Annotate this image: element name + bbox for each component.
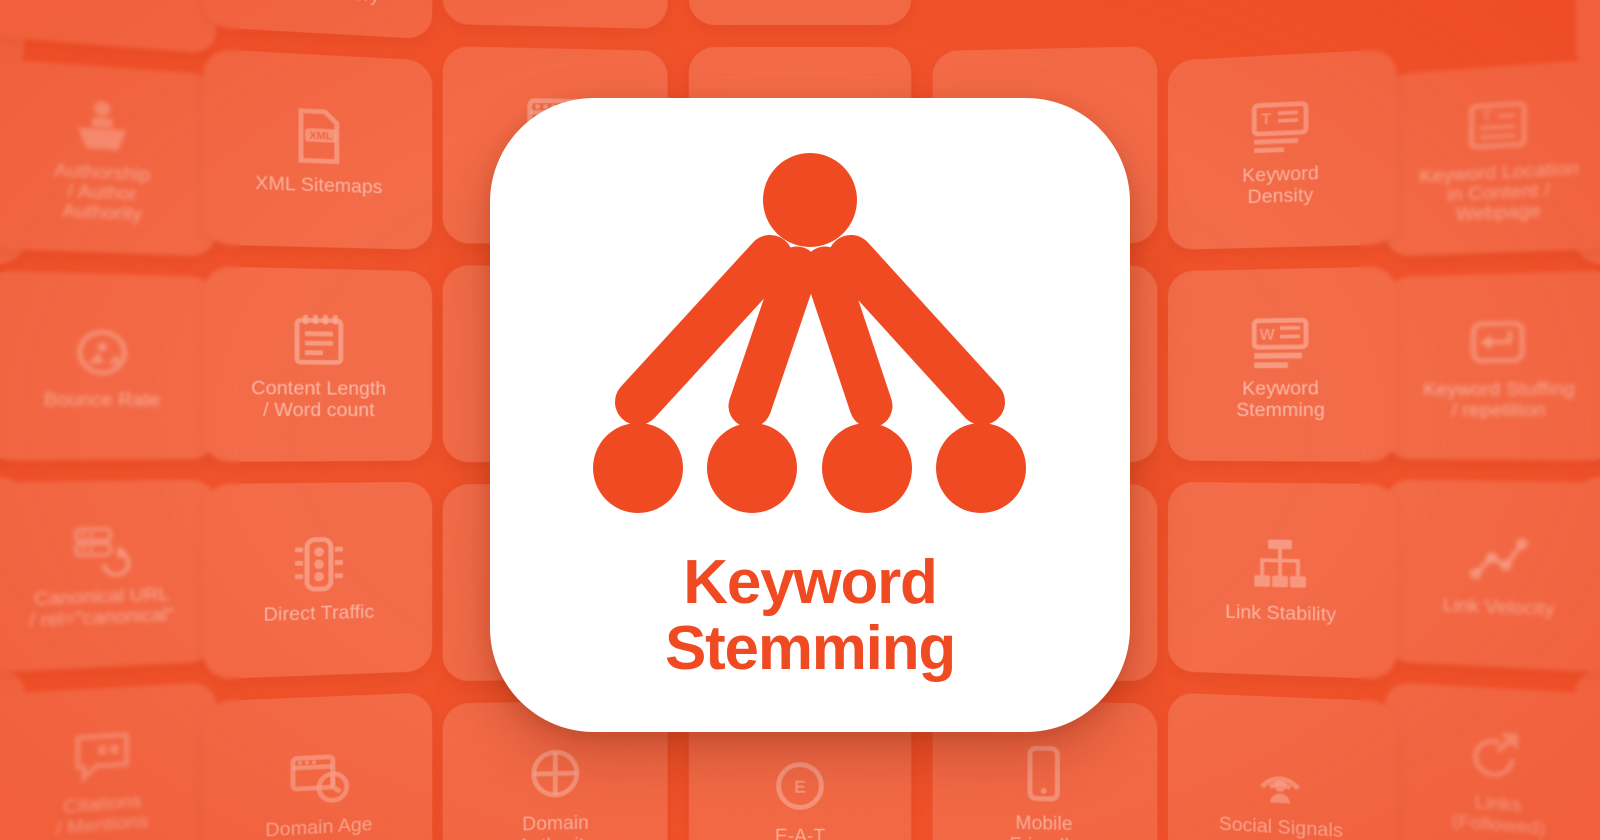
svg-text:XML: XML [310, 130, 334, 143]
seo-factor-tile-label: Subdomain + Subfolder / Subdirectory [258, 0, 380, 7]
line-chart-icon [1466, 529, 1531, 590]
link-follow-arrow-icon [1466, 725, 1531, 788]
social-broadcast-icon [1249, 746, 1313, 810]
seo-factor-tile: Subdomain + Subfolder / Subdirectory [203, 0, 432, 39]
seo-factor-tile: Meta Keywords [1576, 72, 1600, 265]
seo-factor-tile: Social Signals [1168, 692, 1397, 840]
enter-key-icon [1466, 312, 1531, 372]
text-block-icon: T [1249, 94, 1313, 158]
seo-factor-tile: Content Length / Word count [203, 266, 432, 462]
seo-factor-tile-label: Canonical URL / rel="canonical" [29, 585, 173, 631]
svg-text:T: T [1482, 108, 1493, 125]
seo-factor-tile: Anchor Text [0, 0, 24, 72]
keyword-stemming-hierarchy-icon [575, 140, 1045, 560]
seo-factor-tile: Manual Action [1576, 0, 1600, 72]
seo-factor-tile-label: 301 Redirecting URLs to another domain [1209, 0, 1353, 7]
seo-factor-tile-label: Links (Followed) [1451, 791, 1545, 839]
seo-factor-tile: Breadcrumb Navigation [0, 477, 24, 664]
svg-text:T: T [1262, 111, 1272, 128]
svg-text:E: E [794, 777, 806, 797]
seo-factor-tile: Link Velocity [1384, 479, 1600, 673]
mobile-icon [1013, 742, 1076, 805]
seo-factor-tile: Anchor Text [0, 72, 24, 265]
seo-factor-tile-label: Content Length / Word count [252, 379, 387, 421]
seo-factor-tile: T Keyword Density [1168, 49, 1397, 250]
seo-factor-tile-label: Social Signals [1219, 814, 1343, 840]
seo-factor-tile: W Keyword Stemming [1168, 266, 1397, 462]
seo-factor-tile: wwwwww vs. non-www [933, 0, 1158, 29]
seo-factor-tile: Direct Traffic [203, 482, 432, 680]
seo-factor-tile: Bounce Rate [0, 270, 216, 461]
seo-factor-tile-label: Link Velocity [1443, 596, 1555, 621]
seo-factor-tile: Mum [1384, 0, 1600, 54]
authority-icon [524, 742, 587, 805]
quote-bubble-icon [70, 725, 135, 788]
seo-factor-tile-label: Domain Authority [517, 813, 594, 840]
svg-text:W: W [1260, 327, 1276, 344]
seo-factor-tile-label: Authorship / Author Authority [54, 160, 150, 225]
seo-factor-tile-label: Bounce Rate [44, 390, 160, 411]
seo-factor-tile: Links (Nofollowed) [1576, 669, 1600, 840]
seo-factor-tile: Authorship / Author Authority [0, 58, 216, 257]
seo-factor-tile-label: Direct Traffic [264, 602, 375, 626]
text-frame-icon: T [1466, 93, 1531, 156]
seo-factor-tile: NAPNAP Name/Address /Phone [1576, 276, 1600, 460]
seo-factor-tile-label: Citations / Mentions [56, 791, 149, 839]
seo-factor-tile: Link Stability [1168, 482, 1397, 680]
seo-factor-tile: AMP [0, 0, 216, 54]
seo-factor-tile-label: Keyword Stuffing / repetition [1423, 380, 1574, 421]
seo-factor-tile-label: Domain Age [266, 814, 373, 840]
seo-factor-tile: BBB Rating [0, 276, 24, 460]
server-sync-icon [70, 519, 135, 580]
word-block-icon: W [1249, 309, 1313, 371]
seo-factor-tile-label: Keyword Location in Content / Webpage [1419, 159, 1578, 227]
keyword-stemming-hero-graphic: Anchor TextAMPSubdomain + Subfolder / Su… [0, 0, 1600, 840]
seo-factor-tile: T Keyword Location in Content / Webpage [1384, 58, 1600, 257]
seo-factor-tile-label: Keyword Stemming [1236, 379, 1325, 421]
notepad-icon [288, 309, 352, 371]
seo-factor-tile: Domain Age [203, 692, 432, 840]
seo-factor-tile: Chrome Bookmarks / Data [0, 669, 24, 840]
seo-factor-tile-label: E-A-T [775, 826, 825, 840]
seo-factor-tile: Syndicated content [443, 0, 668, 29]
seo-factor-tile-label: XML Sitemaps [255, 173, 382, 198]
eat-icon: E [769, 755, 831, 817]
seo-factor-tile: Citations / Mentions [0, 682, 216, 840]
seo-factor-tile: 301 Redirecting URLs to another domain [1168, 0, 1397, 39]
keyword-stemming-card: Keyword Stemming [490, 98, 1130, 732]
traffic-light-icon [288, 533, 352, 595]
seo-factor-tile-label: Keyword Density [1242, 164, 1319, 208]
seo-factor-tile-label: Link Stability [1225, 602, 1336, 626]
window-clock-icon [288, 746, 352, 810]
seo-factor-tile: Search [688, 0, 911, 25]
page-title: Keyword Stemming [490, 550, 1130, 681]
hierarchy-icon [1249, 533, 1313, 595]
podium-speaker-icon [70, 93, 135, 156]
seo-factor-tile-label: Mobile Friendly [1010, 813, 1079, 840]
seo-factor-tile: Canonical URL / rel="canonical" [0, 479, 216, 673]
seo-factor-tile: Links (Followed) [1384, 682, 1600, 840]
seo-factor-tile: Keyword Stuffing / repetition [1384, 270, 1600, 461]
seo-factor-tile: XML XML Sitemaps [203, 49, 432, 250]
seo-factor-tile: Physical Proximity to Searcher [1576, 477, 1600, 664]
bounce-ball-icon [70, 322, 135, 382]
xml-file-icon: XML [288, 104, 352, 167]
